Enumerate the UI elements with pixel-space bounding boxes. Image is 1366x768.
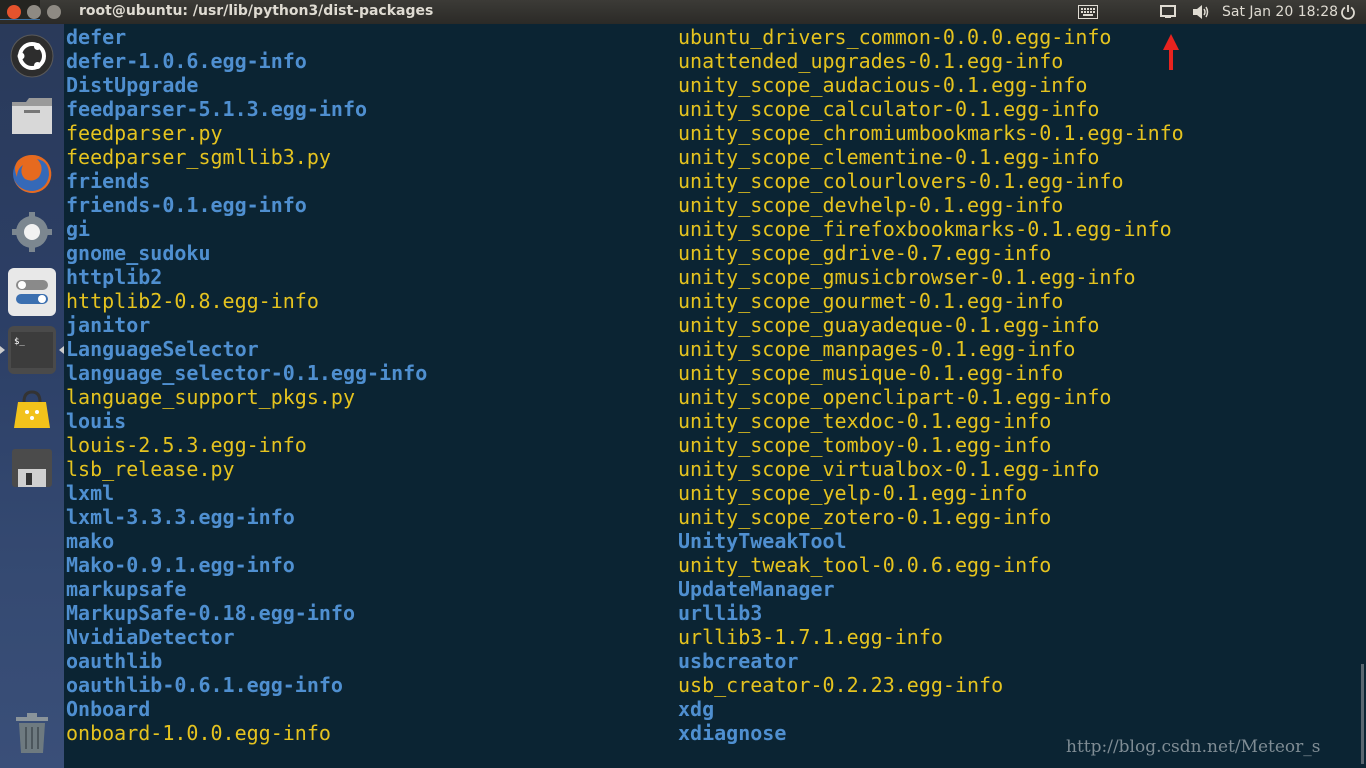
file-entry: unity_scope_devhelp-0.1.egg-info xyxy=(678,193,1064,217)
file-entry: unity_scope_virtualbox-0.1.egg-info xyxy=(678,457,1100,481)
directory-entry: urllib3 xyxy=(678,601,763,625)
running-indicator xyxy=(0,346,5,354)
terminal-icon[interactable]: $_ xyxy=(8,326,56,374)
clock[interactable]: Sat Jan 20 18:28 xyxy=(1222,0,1338,24)
file-entry: unity_scope_musique-0.1.egg-info xyxy=(678,361,1064,385)
unity-tweak-tool-icon[interactable] xyxy=(8,268,56,316)
terminal-output[interactable]: defer defer-1.0.6.egg-info DistUpgrade feed… xyxy=(64,24,1366,768)
scrollbar[interactable] xyxy=(1361,664,1364,764)
directory-entry: oauthlib xyxy=(66,649,163,673)
keyboard-icon[interactable] xyxy=(1078,0,1098,24)
ls-column-right: ubuntu_drivers_common-0.0.0.egg-info unat… xyxy=(678,25,1184,745)
file-entry: unity_scope_audacious-0.1.egg-info xyxy=(678,73,1088,97)
directory-entry: UpdateManager xyxy=(678,577,835,601)
annotation-arrow-icon xyxy=(1162,34,1180,76)
watermark: http://blog.csdn.net/Meteor_s xyxy=(1066,737,1321,757)
software-center-icon[interactable] xyxy=(8,386,56,434)
close-window-button[interactable] xyxy=(7,5,21,19)
file-entry: unity_scope_manpages-0.1.egg-info xyxy=(678,337,1076,361)
file-entry: feedparser_sgmllib3.py xyxy=(66,145,331,169)
directory-entry: friends xyxy=(66,169,151,193)
directory-entry: lxml xyxy=(66,481,115,505)
file-entry: unity_scope_tomboy-0.1.egg-info xyxy=(678,433,1052,457)
file-entry: unity_scope_firefoxbookmarks-0.1.egg-inf… xyxy=(678,217,1172,241)
directory-entry: usbcreator xyxy=(678,649,799,673)
volume-icon[interactable] xyxy=(1192,0,1210,24)
directory-entry: mako xyxy=(66,529,115,553)
disk-icon[interactable] xyxy=(8,444,56,492)
file-entry: lsb_release.py xyxy=(66,457,235,481)
file-entry: unity_scope_colourlovers-0.1.egg-info xyxy=(678,169,1124,193)
file-entry: unity_tweak_tool-0.0.6.egg-info xyxy=(678,553,1052,577)
file-entry: feedparser.py xyxy=(66,121,223,145)
file-entry: unity_scope_texdoc-0.1.egg-info xyxy=(678,409,1052,433)
directory-entry: oauthlib-0.6.1.egg-info xyxy=(66,673,343,697)
directory-entry: gnome_sudoku xyxy=(66,241,211,265)
directory-entry: gi xyxy=(66,217,91,241)
ls-column-left: defer defer-1.0.6.egg-info DistUpgrade feed… xyxy=(66,25,427,745)
file-entry: unity_scope_gourmet-0.1.egg-info xyxy=(678,289,1064,313)
file-entry: unity_scope_gdrive-0.7.egg-info xyxy=(678,241,1052,265)
file-entry: ubuntu_drivers_common-0.0.0.egg-info xyxy=(678,25,1112,49)
directory-entry: lxml-3.3.3.egg-info xyxy=(66,505,295,529)
directory-entry: defer-1.0.6.egg-info xyxy=(66,49,307,73)
messaging-icon[interactable] xyxy=(1160,0,1176,24)
launcher: $_ xyxy=(0,24,64,768)
file-entry: unity_scope_calculator-0.1.egg-info xyxy=(678,97,1100,121)
ubuntu-dash-icon[interactable] xyxy=(8,32,56,80)
top-panel: root@ubuntu: /usr/lib/python3/dist-packa… xyxy=(0,0,1366,24)
file-entry: unity_scope_clementine-0.1.egg-info xyxy=(678,145,1100,169)
directory-entry: defer xyxy=(66,25,127,49)
trash-icon[interactable] xyxy=(8,710,56,758)
file-entry: usb_creator-0.2.23.egg-info xyxy=(678,673,1004,697)
file-entry: unity_scope_yelp-0.1.egg-info xyxy=(678,481,1028,505)
svg-text:$_: $_ xyxy=(14,337,25,347)
file-entry: unattended_upgrades-0.1.egg-info xyxy=(678,49,1064,73)
directory-entry: Onboard xyxy=(66,697,151,721)
directory-entry: DistUpgrade xyxy=(66,73,199,97)
firefox-icon[interactable] xyxy=(8,150,56,198)
files-icon[interactable] xyxy=(8,92,56,140)
directory-entry: xdg xyxy=(678,697,715,721)
directory-entry: language_selector-0.1.egg-info xyxy=(66,361,428,385)
minimize-window-button[interactable] xyxy=(27,5,41,19)
file-entry: httplib2-0.8.egg-info xyxy=(66,289,319,313)
directory-entry: NvidiaDetector xyxy=(66,625,235,649)
file-entry: louis-2.5.3.egg-info xyxy=(66,433,307,457)
file-entry: unity_scope_guayadeque-0.1.egg-info xyxy=(678,313,1100,337)
file-entry: unity_scope_gmusicbrowser-0.1.egg-info xyxy=(678,265,1136,289)
directory-entry: friends-0.1.egg-info xyxy=(66,193,307,217)
power-icon[interactable] xyxy=(1340,0,1356,24)
file-entry: urllib3-1.7.1.egg-info xyxy=(678,625,943,649)
file-entry: unity_scope_chromiumbookmarks-0.1.egg-in… xyxy=(678,121,1184,145)
directory-entry: janitor xyxy=(66,313,151,337)
directory-entry: UnityTweakTool xyxy=(678,529,847,553)
directory-entry: httplib2 xyxy=(66,265,163,289)
file-entry: language_support_pkgs.py xyxy=(66,385,355,409)
window-title: root@ubuntu: /usr/lib/python3/dist-packa… xyxy=(79,3,434,19)
file-entry: unity_scope_zotero-0.1.egg-info xyxy=(678,505,1052,529)
maximize-window-button[interactable] xyxy=(47,5,61,19)
directory-entry: markupsafe xyxy=(66,577,187,601)
file-entry: onboard-1.0.0.egg-info xyxy=(66,721,331,745)
file-entry: unity_scope_openclipart-0.1.egg-info xyxy=(678,385,1112,409)
directory-entry: Mako-0.9.1.egg-info xyxy=(66,553,295,577)
system-settings-icon[interactable] xyxy=(8,208,56,256)
directory-entry: louis xyxy=(66,409,127,433)
directory-entry: feedparser-5.1.3.egg-info xyxy=(66,97,368,121)
directory-entry: MarkupSafe-0.18.egg-info xyxy=(66,601,355,625)
directory-entry: LanguageSelector xyxy=(66,337,259,361)
